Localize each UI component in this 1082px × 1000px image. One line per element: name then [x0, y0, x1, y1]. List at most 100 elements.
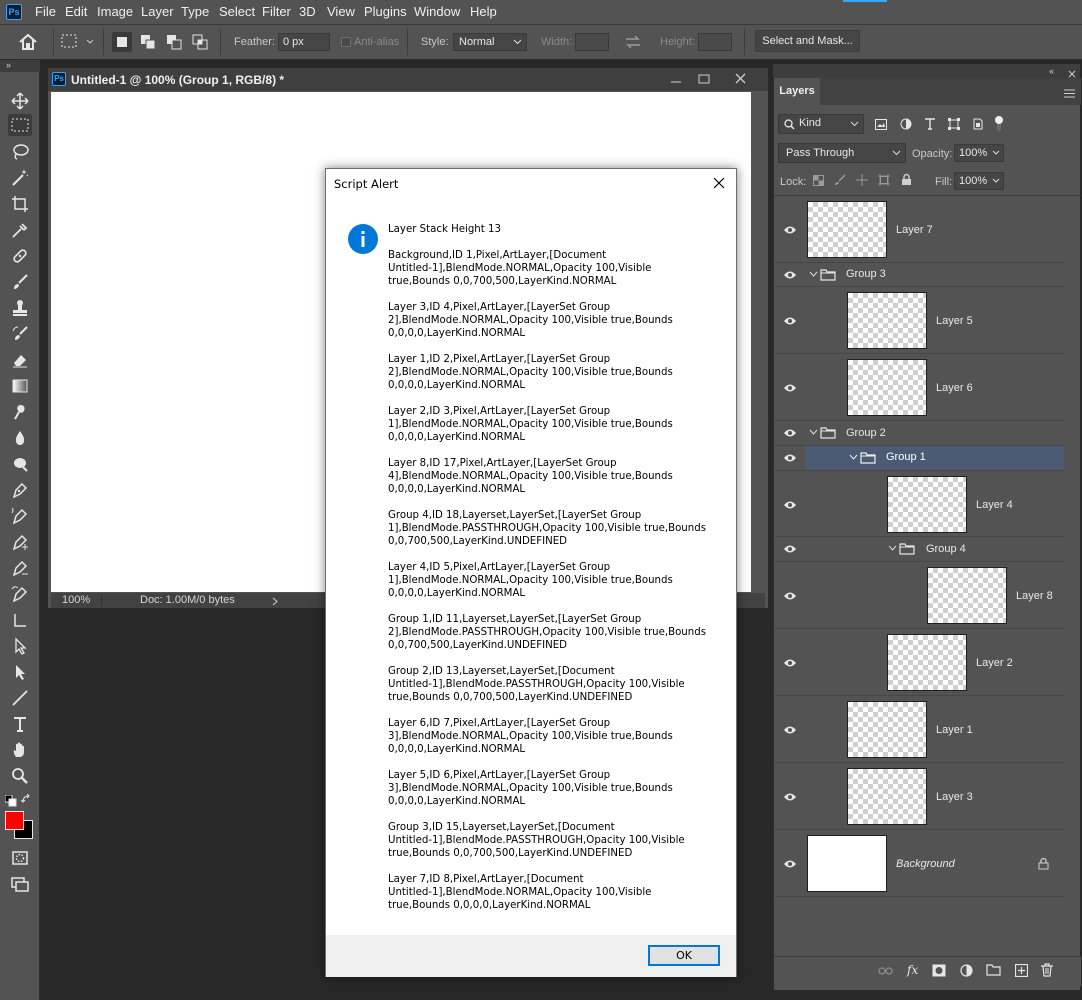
layer-name[interactable]: Group 3 — [846, 268, 886, 280]
lasso-tool-icon[interactable] — [8, 140, 32, 162]
chevron-right-icon[interactable] — [272, 596, 278, 611]
hand-tool-icon[interactable] — [8, 738, 32, 760]
minimize-icon[interactable] — [670, 73, 682, 88]
lock-all-icon[interactable] — [901, 173, 912, 189]
layer-row-group-4[interactable]: Group 4 — [774, 537, 1064, 562]
home-icon[interactable] — [18, 33, 38, 54]
direct-selection-tool-icon[interactable] — [8, 660, 32, 682]
quick-mask-icon[interactable] — [8, 846, 32, 868]
sharpen-tool-icon[interactable] — [8, 426, 32, 448]
convert-point-tool-icon[interactable] — [8, 608, 32, 630]
maximize-icon[interactable] — [698, 73, 710, 88]
screen-mode-icon[interactable] — [8, 872, 32, 894]
zoom-tool-icon[interactable] — [8, 764, 32, 786]
intersect-selection-icon[interactable] — [190, 32, 210, 52]
pen-tool-icon[interactable] — [8, 478, 32, 500]
panel-menu-icon[interactable] — [1064, 87, 1075, 101]
menu-plugins[interactable]: Plugins — [364, 0, 407, 24]
tab-layers[interactable]: Layers — [774, 78, 820, 105]
layer-row-group-3[interactable]: Group 3 — [774, 263, 1064, 287]
swap-colors-icon[interactable] — [20, 793, 33, 809]
close-document-icon[interactable] — [734, 72, 747, 88]
add-anchor-point-tool-icon[interactable] — [8, 530, 32, 552]
new-selection-icon[interactable] — [112, 32, 132, 52]
menu-file[interactable]: File — [35, 0, 56, 24]
artboard-lock-icon[interactable] — [878, 174, 890, 189]
healing-brush-tool-icon[interactable] — [8, 244, 32, 266]
type-tool-icon[interactable] — [8, 712, 32, 734]
layer-name[interactable]: Layer 5 — [936, 315, 973, 327]
close-dialog-icon[interactable] — [713, 177, 725, 192]
width-input[interactable] — [575, 33, 609, 51]
menu-filter[interactable]: Filter — [262, 0, 291, 24]
collapse-toolbar-icon[interactable]: » — [0, 60, 40, 72]
filter-kind-select[interactable]: Kind — [778, 114, 864, 134]
layer-name[interactable]: Layer 4 — [976, 499, 1013, 511]
layer-name[interactable]: Background — [896, 858, 955, 870]
layer-row-layer-1[interactable]: Layer 1 — [774, 696, 1064, 763]
lock-transparent-pixels-icon[interactable] — [813, 175, 824, 189]
layer-row-layer-7[interactable]: Layer 7 — [774, 196, 1064, 263]
menu-layer[interactable]: Layer — [141, 0, 174, 24]
filter-type-icon[interactable] — [924, 118, 936, 133]
magic-wand-tool-icon[interactable] — [8, 166, 32, 188]
layer-name[interactable]: Group 2 — [846, 427, 886, 439]
menu-3d[interactable]: 3D — [299, 0, 316, 24]
move-tool-icon[interactable] — [8, 89, 32, 111]
layer-row-layer-8[interactable]: Layer 8 — [774, 562, 1064, 629]
lock-image-pixels-icon[interactable] — [834, 174, 846, 189]
lock-position-icon[interactable] — [856, 174, 868, 189]
blend-mode-select[interactable]: Pass Through — [778, 143, 906, 163]
menu-view[interactable]: View — [327, 0, 355, 24]
opacity-input[interactable]: 100% — [954, 144, 1004, 162]
layer-name[interactable]: Layer 7 — [896, 224, 933, 236]
ok-button[interactable]: OK — [648, 945, 720, 966]
filter-toggle-icon[interactable] — [994, 115, 1004, 134]
freeform-pen-tool-icon[interactable] — [8, 504, 32, 526]
vertical-scrollbar[interactable] — [751, 92, 768, 593]
menu-window[interactable]: Window — [414, 0, 460, 24]
history-brush-tool-icon[interactable] — [8, 322, 32, 344]
foreground-color-swatch[interactable] — [5, 811, 24, 830]
brush-tool-icon[interactable] — [8, 270, 32, 292]
layer-name[interactable]: Layer 6 — [936, 382, 973, 394]
rect-marquee-preset-icon[interactable] — [61, 34, 95, 53]
swap-dimensions-icon[interactable] — [624, 35, 642, 52]
add-to-selection-icon[interactable] — [138, 32, 158, 52]
select-and-mask-button[interactable]: Select and Mask... — [755, 30, 860, 52]
antialias-checkbox[interactable] — [341, 37, 351, 47]
gradient-tool-icon[interactable] — [8, 374, 32, 396]
layer-name[interactable]: Layer 8 — [1016, 590, 1053, 602]
fill-input[interactable]: 100% — [954, 172, 1004, 190]
layer-name[interactable]: Group 1 — [886, 451, 926, 463]
crop-tool-icon[interactable] — [8, 192, 32, 214]
zoom-level[interactable]: 100% — [62, 593, 90, 608]
layer-row-group-2[interactable]: Group 2 — [774, 421, 1064, 446]
filter-smart-object-icon[interactable] — [972, 118, 984, 133]
dodge-tool-icon[interactable] — [8, 452, 32, 474]
curvature-pen-tool-icon[interactable] — [8, 582, 32, 604]
eraser-tool-icon[interactable] — [8, 348, 32, 370]
filter-adjustment-icon[interactable] — [900, 118, 912, 133]
clone-stamp-tool-icon[interactable] — [8, 296, 32, 318]
path-selection-tool-icon[interactable] — [8, 634, 32, 656]
style-select[interactable]: Normal — [453, 33, 527, 51]
height-input[interactable] — [698, 33, 732, 51]
subtract-from-selection-icon[interactable] — [164, 32, 184, 52]
collapse-panel-icon[interactable]: « — [1049, 66, 1054, 76]
menu-help[interactable]: Help — [470, 0, 497, 24]
menu-type[interactable]: Type — [181, 0, 209, 24]
fx-icon[interactable]: fx — [907, 963, 918, 977]
filter-pixel-icon[interactable] — [875, 119, 887, 133]
blur-tool-icon[interactable] — [8, 400, 32, 422]
eyedropper-tool-icon[interactable] — [8, 218, 32, 240]
layer-row-layer-2[interactable]: Layer 2 — [774, 629, 1064, 696]
default-colors-icon[interactable] — [4, 794, 17, 810]
menu-edit[interactable]: Edit — [65, 0, 87, 24]
layer-name[interactable]: Layer 3 — [936, 791, 973, 803]
delete-anchor-point-tool-icon[interactable] — [8, 556, 32, 578]
feather-input[interactable]: 0 px — [278, 33, 330, 51]
layer-row-background[interactable]: Background — [774, 830, 1064, 897]
menu-select[interactable]: Select — [219, 0, 255, 24]
menu-image[interactable]: Image — [97, 0, 133, 24]
